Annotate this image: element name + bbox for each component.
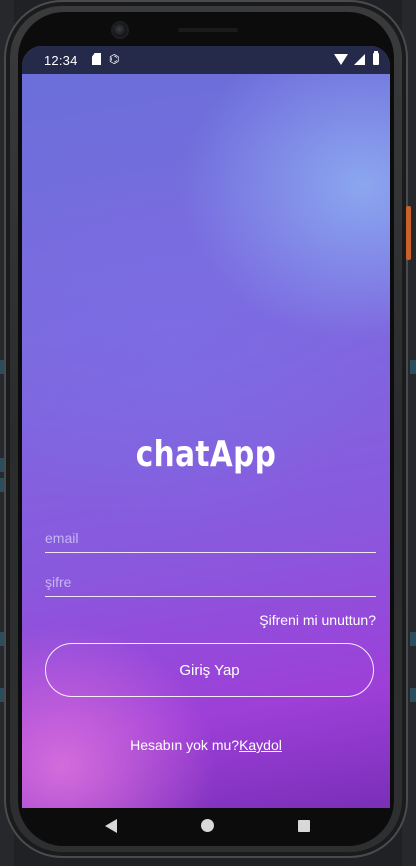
signup-prompt: Hesabın yok mu?Kaydol [22, 737, 390, 753]
debug-icon: ⌬ [109, 52, 120, 66]
battery-icon [373, 51, 379, 65]
email-field[interactable] [45, 514, 376, 553]
editor-marker [410, 632, 416, 646]
home-icon[interactable] [201, 819, 214, 832]
status-bar: 12:34 ⌬ [22, 46, 390, 74]
app-screen: 12:34 ⌬ chatApp Şifreni mi unuttun? Giri… [22, 46, 390, 808]
status-time: 12:34 [44, 53, 78, 68]
phone-bezel: 12:34 ⌬ chatApp Şifreni mi unuttun? Giri… [18, 12, 394, 846]
back-icon[interactable] [105, 819, 117, 833]
email-input[interactable] [45, 530, 376, 546]
wifi-icon [334, 54, 348, 65]
system-navigation-bar [18, 808, 394, 846]
app-logo: chatApp [135, 434, 277, 475]
forgot-password-link[interactable]: Şifreni mi unuttun? [259, 612, 376, 628]
earpiece-speaker [178, 28, 238, 32]
recents-icon[interactable] [298, 820, 310, 832]
phone-device-frame: 12:34 ⌬ chatApp Şifreni mi unuttun? Giri… [4, 0, 411, 858]
login-button[interactable]: Giriş Yap [45, 643, 374, 697]
no-account-text: Hesabın yok mu? [130, 737, 240, 753]
front-camera [113, 23, 127, 37]
password-input[interactable] [45, 574, 376, 590]
editor-marker [410, 360, 416, 374]
editor-marker [410, 688, 416, 702]
signup-link[interactable]: Kaydol [239, 737, 282, 753]
power-button[interactable] [406, 206, 411, 260]
signal-icon [354, 54, 365, 65]
password-field[interactable] [45, 558, 376, 597]
sd-card-icon [92, 53, 101, 65]
